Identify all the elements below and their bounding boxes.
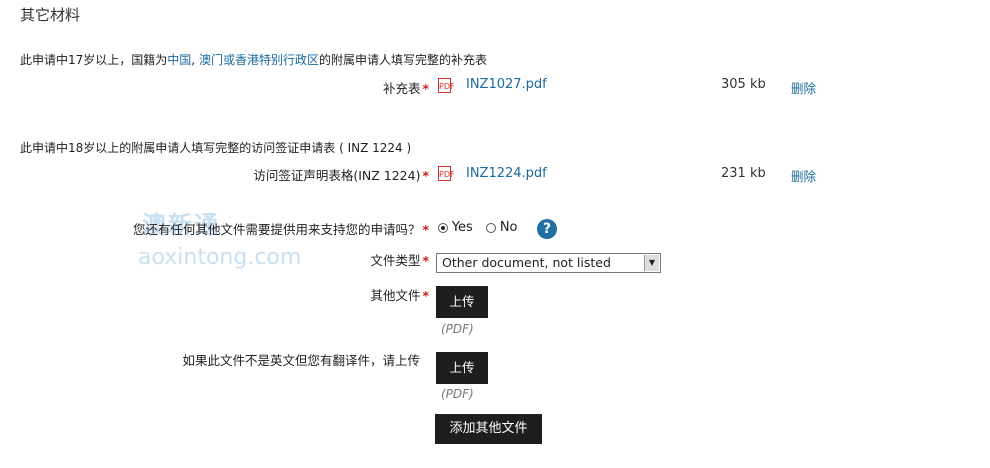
visitor-visa-note: 此申请中18岁以上的附属申请人填写完整的访问签证申请表 ( INZ 1224 ) bbox=[20, 141, 412, 155]
watermark-url: aoxintong.com bbox=[138, 245, 302, 270]
delete-link[interactable]: 删除 bbox=[791, 78, 816, 97]
note-sep: , bbox=[191, 53, 199, 67]
link-china[interactable]: 中国 bbox=[167, 53, 191, 67]
required-marker: * bbox=[422, 222, 429, 237]
upload-other-file-button[interactable]: 上传 bbox=[436, 286, 488, 318]
pdf-icon: PDF bbox=[438, 166, 455, 181]
delete-link[interactable]: 删除 bbox=[791, 166, 816, 185]
document-type-select[interactable]: Other document, not listed ▼ bbox=[436, 253, 661, 273]
translation-label: 如果此文件不是英文但您有翻译件，请上传 bbox=[182, 353, 420, 368]
no-label: No bbox=[499, 220, 518, 235]
file-size: 305 kb bbox=[721, 77, 766, 92]
visitor-declaration-label-text: 访问签证声明表格(INZ 1224) bbox=[253, 168, 421, 183]
required-marker: * bbox=[422, 253, 429, 268]
other-docs-question-text: 您还有任何其他文件需要提供用来支持您的申请吗？ bbox=[132, 222, 421, 237]
yes-radio-option[interactable]: Yes bbox=[438, 220, 473, 235]
no-radio[interactable] bbox=[486, 222, 496, 233]
no-radio-option[interactable]: No bbox=[486, 220, 518, 235]
required-marker: * bbox=[422, 288, 429, 303]
pdf-hint: (PDF) bbox=[441, 322, 474, 336]
supplementary-note: 此申请中17岁以上，国籍为中国, 澳门或香港特别行政区的附属申请人填写完整的补充… bbox=[20, 51, 487, 68]
add-other-file-button[interactable]: 添加其他文件 bbox=[435, 414, 542, 444]
yes-label: Yes bbox=[451, 220, 473, 235]
document-type-value: Other document, not listed bbox=[442, 255, 611, 270]
document-type-label: 文件类型 * bbox=[370, 250, 429, 269]
chevron-down-icon[interactable]: ▼ bbox=[644, 255, 659, 271]
section-title: 其它材料 bbox=[20, 6, 81, 24]
other-file-label: 其他文件 * bbox=[370, 285, 429, 304]
other-file-label-text: 其他文件 bbox=[370, 288, 421, 303]
yes-radio[interactable] bbox=[438, 222, 448, 233]
visitor-declaration-label: 访问签证声明表格(INZ 1224) * bbox=[253, 165, 429, 184]
help-icon[interactable]: ? bbox=[537, 219, 557, 239]
document-type-label-text: 文件类型 bbox=[370, 253, 421, 268]
supplementary-form-label: 补充表 * bbox=[383, 78, 429, 97]
file-size: 231 kb bbox=[721, 166, 766, 181]
pdf-hint: (PDF) bbox=[441, 387, 474, 401]
note-prefix: 此申请中17岁以上，国籍为 bbox=[20, 53, 168, 67]
link-macau-hk[interactable]: 澳门或香港特别行政区 bbox=[199, 53, 319, 67]
file-link-inz1027[interactable]: INZ1027.pdf bbox=[466, 77, 547, 92]
upload-translation-button[interactable]: 上传 bbox=[436, 352, 488, 384]
note-suffix: 的附属申请人填写完整的补充表 bbox=[318, 53, 487, 67]
required-marker: * bbox=[422, 81, 429, 96]
required-marker: * bbox=[422, 168, 429, 183]
supplementary-form-label-text: 补充表 bbox=[382, 81, 421, 96]
pdf-icon: PDF bbox=[438, 78, 455, 93]
other-docs-question-label: 您还有任何其他文件需要提供用来支持您的申请吗？ * bbox=[133, 219, 429, 238]
file-link-inz1224[interactable]: INZ1224.pdf bbox=[466, 166, 547, 181]
